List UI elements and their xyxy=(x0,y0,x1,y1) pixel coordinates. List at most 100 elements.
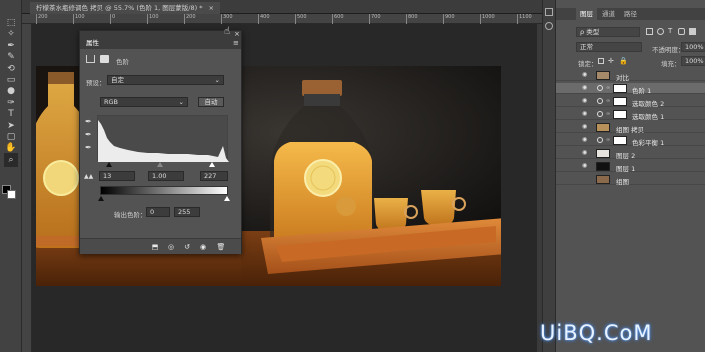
lock-position-icon[interactable]: ✛ xyxy=(608,57,614,65)
background-color-swatch[interactable] xyxy=(7,190,16,199)
input-white-field[interactable]: 227 xyxy=(200,171,228,181)
white-point-eyedropper-icon[interactable]: ✒ xyxy=(85,143,92,152)
document-tab-bar: 柠檬茶水瓶修调色 拷贝 @ 55.7% (色阶 1, 图层蒙版/8) * × xyxy=(22,0,542,14)
layer-row[interactable]: ◉ 组图 拷贝 xyxy=(556,122,705,134)
layer-row[interactable]: ◉ 对比 xyxy=(556,70,705,82)
layer-thumbnail xyxy=(613,110,627,119)
input-black-field[interactable]: 13 xyxy=(99,171,135,181)
mask-icon[interactable] xyxy=(100,55,109,63)
visibility-eye-icon[interactable]: ◉ xyxy=(582,111,589,117)
ruler-tick xyxy=(406,14,407,24)
view-previous-state-icon[interactable]: ◎ xyxy=(166,243,176,251)
auto-button-label: 自动 xyxy=(204,98,218,106)
output-black-field[interactable]: 0 xyxy=(146,207,170,217)
levels-histogram xyxy=(97,115,229,162)
lock-all-icon[interactable]: 🔒 xyxy=(619,57,628,65)
preset-dropdown[interactable]: 自定 ⌄ xyxy=(107,75,224,85)
filter-pixel-icon[interactable] xyxy=(646,28,653,35)
reset-icon[interactable]: ↺ xyxy=(182,243,192,251)
panel-tab[interactable]: 路径 xyxy=(620,8,641,20)
layer-row[interactable]: ◉ ∞ 色彩平衡 1 xyxy=(556,135,705,147)
fill-field[interactable]: 100% xyxy=(681,56,705,66)
link-chain-icon[interactable]: ∞ xyxy=(606,111,610,117)
output-white-slider[interactable] xyxy=(224,196,230,201)
link-chain-icon[interactable]: ∞ xyxy=(606,98,610,104)
gray-point-eyedropper-icon[interactable]: ✒ xyxy=(85,130,92,139)
properties-footer: ⬒ ◎ ↺ ◉ 🗑 xyxy=(80,238,241,254)
adjustments-icon[interactable] xyxy=(545,22,553,30)
visibility-eye-icon[interactable]: ◉ xyxy=(582,150,589,156)
visibility-eye-icon[interactable]: ◉ xyxy=(582,137,589,143)
properties-title: 属性 xyxy=(86,39,99,47)
panel-tab[interactable]: 通道 xyxy=(598,8,619,20)
panel-tab[interactable]: 图层 xyxy=(576,8,597,20)
levels-adjustment-icon xyxy=(86,55,95,63)
visibility-eye-icon[interactable]: ◉ xyxy=(198,243,208,251)
ruler-label: 200 xyxy=(38,14,48,20)
layer-thumbnail xyxy=(596,123,610,132)
visibility-eye-icon[interactable]: ◉ xyxy=(582,98,589,104)
ruler-label: 800 xyxy=(408,14,418,20)
ruler-label: 900 xyxy=(445,14,455,20)
photoshop-window: ⬚ ✧ ✒ ✎ ⟲ ▭ ● ✑ T ➤ ▢ ✋ ⌕ 柠檬茶水瓶修调色 拷贝 @ 55.7% (色阶 1,… xyxy=(0,0,705,352)
layers-panel: 图层 通道 路径 ρ 类型 T 正常 不透明度： 100% 锁定： ✛ 🔒 填充： … xyxy=(555,0,705,352)
channel-value: RGB xyxy=(104,98,119,106)
opacity-field[interactable]: 100% xyxy=(681,42,705,52)
layer-filter-dropdown[interactable]: ρ 类型 xyxy=(576,27,640,37)
input-gamma-slider[interactable] xyxy=(157,162,163,167)
layer-filter-value: ρ 类型 xyxy=(580,28,600,36)
document-tab[interactable]: 柠檬茶水瓶修调色 拷贝 @ 55.7% (色阶 1, 图层蒙版/8) * × xyxy=(30,2,220,14)
input-gamma-field[interactable]: 1.00 xyxy=(148,171,184,181)
link-chain-icon[interactable]: ∞ xyxy=(606,137,610,143)
visibility-eye-icon[interactable]: ◉ xyxy=(582,85,589,91)
clipping-warning-icon[interactable]: ▲▲ xyxy=(84,173,93,180)
layer-row[interactable]: ◉ ∞ 选取颜色 2 xyxy=(556,96,705,108)
ruler-horizontal: 200 100 0 100 200 300 400 500 600 700 800 900 1000 11… xyxy=(22,14,542,24)
adjustment-name: 色阶 xyxy=(116,58,129,66)
output-white-field[interactable]: 255 xyxy=(174,207,200,217)
ruler-tick xyxy=(110,14,111,24)
layer-row[interactable]: ◉ ∞ 色阶 1 xyxy=(556,83,705,95)
close-icon[interactable]: × xyxy=(234,30,240,38)
channel-dropdown[interactable]: RGB ⌄ xyxy=(100,97,188,107)
input-black-slider[interactable] xyxy=(106,162,112,167)
layer-row[interactable]: ◉ 图层 1 xyxy=(556,161,705,173)
lock-pixels-icon[interactable] xyxy=(598,58,604,64)
ruler-tick xyxy=(517,14,518,24)
filter-adjustment-icon[interactable] xyxy=(657,28,664,35)
visibility-eye-icon[interactable]: ◉ xyxy=(582,163,589,169)
blend-mode-dropdown[interactable]: 正常 xyxy=(576,42,642,52)
zoom-icon[interactable]: ⌕ xyxy=(4,152,18,167)
delete-icon[interactable]: 🗑 xyxy=(216,243,226,251)
layer-name: 图层 1 xyxy=(616,165,636,173)
layer-thumbnail xyxy=(596,149,610,158)
output-black-value: 0 xyxy=(150,208,155,216)
document-tab-title: 柠檬茶水瓶修调色 拷贝 @ 55.7% (色阶 1, 图层蒙版/8) * xyxy=(36,4,203,12)
layer-row[interactable]: ◉ ∞ 选取颜色 1 xyxy=(556,109,705,121)
visibility-eye-icon[interactable]: ◉ xyxy=(582,124,589,130)
history-icon[interactable] xyxy=(545,8,553,16)
layer-row[interactable]: 组图 xyxy=(556,174,705,186)
filter-smart-object-icon[interactable] xyxy=(689,28,696,35)
auto-button[interactable]: 自动 xyxy=(198,97,224,107)
ruler-tick xyxy=(73,14,74,24)
ruler-tick xyxy=(36,14,37,24)
layer-row[interactable]: ◉ 图层 2 xyxy=(556,148,705,160)
close-icon[interactable]: × xyxy=(209,4,214,12)
filter-shape-icon[interactable] xyxy=(678,28,685,35)
properties-header[interactable]: 属性 × ≡ xyxy=(80,30,241,49)
output-gradient-bar xyxy=(100,186,228,195)
panel-menu-icon[interactable]: ≡ xyxy=(233,39,239,47)
clip-to-layer-icon[interactable]: ⬒ xyxy=(150,243,160,251)
link-chain-icon[interactable]: ∞ xyxy=(606,85,610,91)
ruler-label: 100 xyxy=(75,14,85,20)
visibility-eye-icon[interactable] xyxy=(582,176,589,182)
output-black-slider[interactable] xyxy=(98,196,104,201)
properties-panel: 属性 × ≡ 色阶 预设： 自定 ⌄ RGB ⌄ 自动 ✒ ✒ ✒ ▲▲ 13 … xyxy=(79,30,242,254)
black-point-eyedropper-icon[interactable]: ✒ xyxy=(85,117,92,126)
opacity-label: 不透明度： xyxy=(652,46,685,54)
filter-type-icon[interactable]: T xyxy=(668,27,672,35)
input-white-slider[interactable] xyxy=(209,162,215,167)
visibility-eye-icon[interactable]: ◉ xyxy=(582,72,589,78)
layers-panel-tabs: 图层 通道 路径 xyxy=(556,8,705,20)
